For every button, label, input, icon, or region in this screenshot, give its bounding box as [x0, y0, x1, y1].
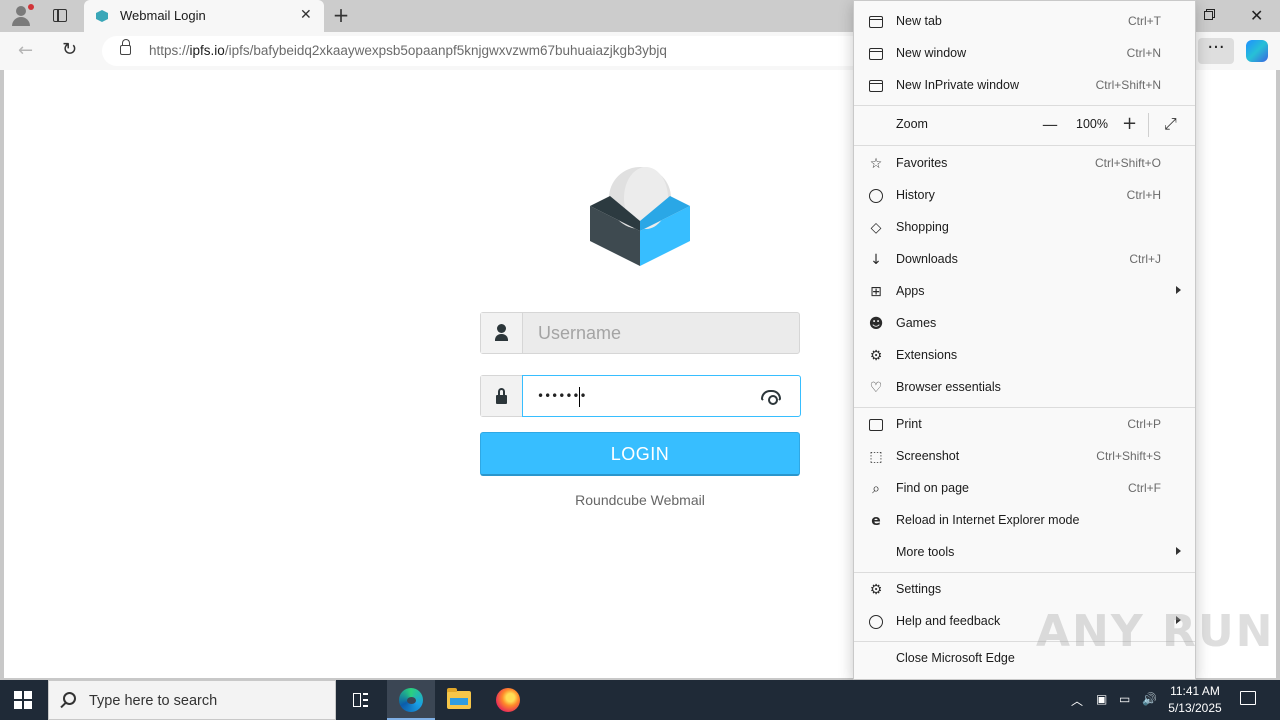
menu-item-new-inprivate-window[interactable]: New InPrivate window Ctrl+Shift+N — [854, 70, 1195, 102]
clock-time: 11:41 AM — [1170, 684, 1220, 698]
windows-taskbar: Type here to search ︿ ▣ ▭ 🔊 11:41 AM 5/1… — [0, 680, 1280, 720]
menu-item-shopping[interactable]: ◇ Shopping — [854, 212, 1195, 244]
find-icon: ⌕ — [872, 481, 880, 497]
menu-item-new-tab[interactable]: New tab Ctrl+T — [854, 6, 1195, 38]
history-icon — [868, 188, 884, 204]
zoom-out-icon[interactable]: — — [1042, 115, 1058, 134]
gear-icon: ⚙ — [869, 582, 883, 598]
menu-separator — [854, 407, 1195, 408]
username-field — [480, 312, 800, 354]
padlock-icon[interactable] — [120, 39, 131, 55]
window-close-icon[interactable]: ✕ — [1250, 6, 1263, 25]
zoom-divider — [1148, 113, 1149, 137]
task-view-icon[interactable] — [336, 680, 384, 720]
tag-icon: ◇ — [870, 220, 882, 236]
new-tab-button[interactable]: + — [330, 4, 352, 26]
ie-icon: e — [871, 513, 881, 529]
profile-icon[interactable] — [8, 4, 36, 28]
menu-item-favorites[interactable]: ☆ Favorites Ctrl+Shift+O — [854, 148, 1195, 180]
screenshot-icon: ⬚ — [869, 449, 883, 465]
notification-icon[interactable] — [1240, 691, 1256, 705]
menu-item-find-on-page[interactable]: ⌕ Find on page Ctrl+F — [854, 473, 1195, 505]
menu-separator — [854, 572, 1195, 573]
new-window-icon — [868, 46, 884, 62]
password-field — [480, 375, 801, 417]
edge-icon — [399, 688, 423, 712]
menu-item-more-tools[interactable]: More tools — [854, 537, 1195, 569]
lock-icon — [481, 376, 523, 416]
fullscreen-icon[interactable]: ⤢ — [1164, 114, 1177, 134]
menu-separator — [854, 105, 1195, 106]
menu-item-history[interactable]: History Ctrl+H — [854, 180, 1195, 212]
product-name: Roundcube Webmail — [575, 492, 705, 508]
windows-start-icon[interactable] — [14, 691, 32, 709]
firefox-icon — [496, 688, 520, 712]
download-icon: ↓ — [870, 252, 882, 268]
refresh-icon[interactable]: ↻ — [62, 39, 77, 60]
address-bar[interactable]: https://ipfs.io/ipfs/bafybeidq2xkaaywexp… — [102, 36, 902, 66]
puzzle-icon: ⚙ — [869, 348, 883, 364]
printer-icon — [868, 417, 884, 433]
submenu-arrow-icon — [1176, 547, 1181, 555]
menu-item-browser-essentials[interactable]: ♡ Browser essentials — [854, 372, 1195, 404]
taskbar-file-explorer[interactable] — [435, 680, 483, 720]
menu-item-extensions[interactable]: ⚙ Extensions — [854, 340, 1195, 372]
taskbar-clock[interactable]: 11:41 AM 5/13/2025 — [1160, 683, 1230, 717]
star-icon: ☆ — [869, 156, 883, 172]
login-button[interactable]: LOGIN — [480, 432, 800, 476]
search-placeholder: Type here to search — [89, 693, 218, 709]
volume-icon[interactable]: 🔊 — [1142, 692, 1157, 706]
tab-actions-icon[interactable] — [48, 6, 72, 26]
menu-item-new-window[interactable]: New window Ctrl+N — [854, 38, 1195, 70]
menu-item-print[interactable]: Print Ctrl+P — [854, 409, 1195, 441]
tab-webmail-login[interactable]: Webmail Login ✕ — [84, 0, 324, 32]
url-host: ipfs.io — [189, 43, 225, 58]
username-input[interactable] — [524, 313, 799, 353]
inprivate-icon — [868, 78, 884, 94]
password-input[interactable] — [522, 375, 801, 417]
tab-close-icon[interactable]: ✕ — [300, 7, 312, 23]
device-icon[interactable]: ▣ — [1096, 692, 1107, 706]
folder-icon — [447, 688, 471, 709]
anyrun-watermark: ANY RUN — [1036, 606, 1275, 657]
tab-title: Webmail Login — [120, 8, 206, 23]
taskbar-search-box[interactable]: Type here to search — [48, 680, 336, 720]
menu-item-screenshot[interactable]: ⬚ Screenshot Ctrl+Shift+S — [854, 441, 1195, 473]
taskbar-firefox[interactable] — [484, 680, 532, 720]
roundcube-favicon-icon — [96, 10, 108, 22]
roundcube-logo — [590, 167, 690, 266]
menu-separator — [854, 145, 1195, 146]
settings-and-more-button[interactable]: ··· — [1198, 38, 1234, 64]
window-restore-icon[interactable] — [1204, 9, 1216, 21]
search-icon — [63, 692, 76, 705]
show-password-eye-icon[interactable] — [761, 390, 781, 405]
copilot-icon[interactable] — [1246, 40, 1268, 62]
menu-item-settings[interactable]: ⚙ Settings — [854, 574, 1195, 606]
new-tab-icon — [868, 14, 884, 30]
gamepad-icon: ☻ — [868, 316, 884, 332]
submenu-arrow-icon — [1176, 286, 1181, 294]
zoom-in-icon[interactable]: + — [1122, 113, 1137, 134]
help-icon — [868, 614, 884, 630]
heartbeat-icon: ♡ — [869, 380, 883, 396]
back-arrow-icon[interactable]: ← — [18, 40, 33, 61]
zoom-level: 100% — [1076, 117, 1108, 131]
network-icon[interactable]: ▭ — [1119, 692, 1130, 706]
apps-icon: ⊞ — [870, 284, 882, 300]
menu-item-apps[interactable]: ⊞ Apps — [854, 276, 1195, 308]
url-text[interactable]: https://ipfs.io/ipfs/bafybeidq2xkaaywexp… — [149, 43, 667, 58]
clock-date: 5/13/2025 — [1168, 701, 1222, 715]
menu-item-downloads[interactable]: ↓ Downloads Ctrl+J — [854, 244, 1195, 276]
menu-item-games[interactable]: ☻ Games — [854, 308, 1195, 340]
user-icon — [481, 313, 523, 353]
menu-item-reload-ie-mode[interactable]: e Reload in Internet Explorer mode — [854, 505, 1195, 537]
chevron-up-icon[interactable]: ︿ — [1071, 692, 1083, 709]
menu-item-zoom: Zoom — 100% + ⤢ — [854, 109, 1195, 141]
taskbar-edge[interactable] — [387, 680, 435, 720]
settings-and-more-menu: New tab Ctrl+T New window Ctrl+N New InP… — [853, 0, 1196, 680]
text-caret — [579, 387, 580, 407]
